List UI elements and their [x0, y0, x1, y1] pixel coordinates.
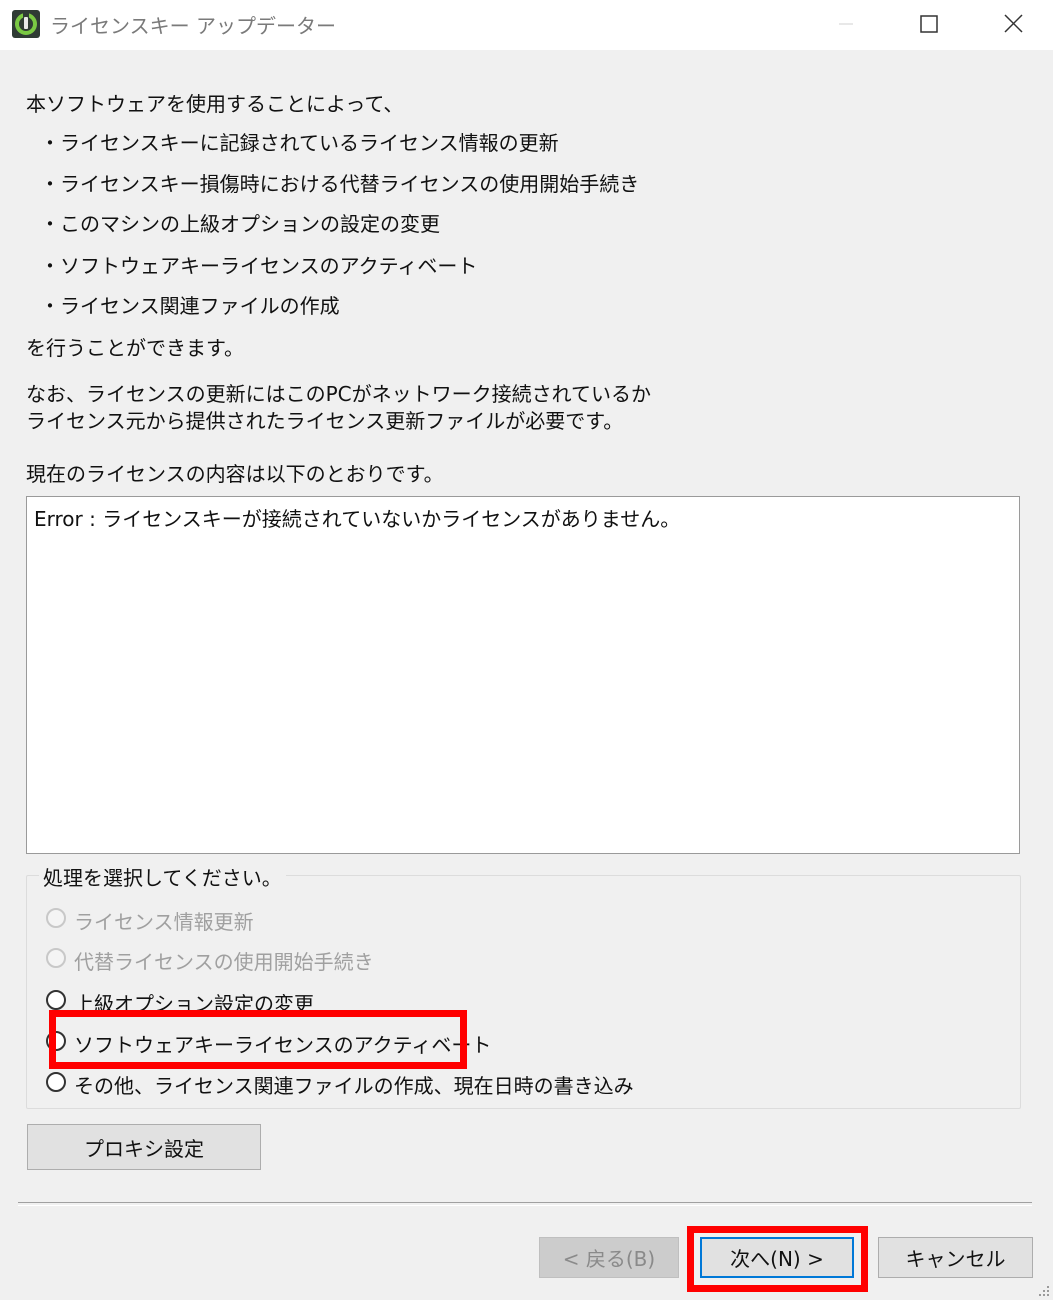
cancel-button[interactable]: キャンセル	[878, 1237, 1033, 1278]
process-group-legend: 処理を選択してください。	[39, 862, 286, 891]
radio-circle[interactable]	[46, 1072, 66, 1092]
app-icon	[12, 10, 40, 38]
maximize-button[interactable]	[888, 0, 968, 48]
intro-bullet: ・ライセンスキー損傷時における代替ライセンスの使用開始手続き	[40, 172, 640, 196]
license-updater-window: ライセンスキー アップデーター 本ソフトウェアを使用することによって、 ・ライセ…	[0, 0, 1053, 1300]
proxy-settings-button[interactable]: プロキシ設定	[27, 1124, 261, 1170]
back-button[interactable]: < 戻る(B)	[539, 1237, 679, 1278]
radio-circle[interactable]	[46, 990, 66, 1010]
close-button[interactable]	[972, 0, 1052, 48]
maximize-icon	[920, 15, 938, 33]
title-bar[interactable]: ライセンスキー アップデーター	[0, 0, 1053, 50]
radio-circle[interactable]	[46, 948, 66, 968]
intro-bullet: ・ライセンス関連ファイルの作成	[40, 294, 340, 318]
highlight-activate-option	[49, 1010, 467, 1069]
current-license-label: 現在のライセンスの内容は以下のとおりです。	[26, 462, 444, 486]
radio-label: その他、ライセンス関連ファイルの作成、現在日時の書き込み	[74, 1074, 634, 1098]
minimize-icon	[839, 23, 853, 25]
radio-other-files[interactable]: その他、ライセンス関連ファイルの作成、現在日時の書き込み	[46, 1070, 634, 1098]
window-title: ライセンスキー アップデーター	[50, 14, 336, 38]
intro-bullet: ・ソフトウェアキーライセンスのアクティベート	[40, 254, 478, 278]
minimize-button[interactable]	[806, 0, 886, 48]
intro-bullet: ・このマシンの上級オプションの設定の変更	[40, 212, 440, 236]
intro-bullet: ・ライセンスキーに記録されているライセンス情報の更新	[40, 131, 559, 155]
close-icon	[1004, 14, 1023, 33]
network-note-line1: なお、ライセンスの更新にはこのPCがネットワーク接続されているか	[26, 382, 652, 406]
radio-label: ライセンス情報更新	[74, 910, 254, 934]
resize-grip-icon[interactable]	[1037, 1284, 1051, 1298]
license-info-text: Error : ライセンスキーが接続されていないかライセンスがありません。	[34, 507, 681, 531]
radio-label: 代替ライセンスの使用開始手続き	[74, 950, 374, 974]
network-note-line2: ライセンス元から提供されたライセンス更新ファイルが必要です。	[26, 409, 624, 433]
footer-separator	[18, 1202, 1032, 1206]
intro-lead: 本ソフトウェアを使用することによって、	[26, 92, 404, 116]
radio-license-info-update[interactable]: ライセンス情報更新	[46, 906, 306, 934]
intro-closing: を行うことができます。	[26, 336, 244, 360]
radio-substitute-license[interactable]: 代替ライセンスの使用開始手続き	[46, 946, 406, 974]
radio-circle[interactable]	[46, 908, 66, 928]
highlight-next-button	[687, 1226, 868, 1292]
license-info-textbox[interactable]: Error : ライセンスキーが接続されていないかライセンスがありません。	[26, 496, 1020, 854]
dialog-body: 本ソフトウェアを使用することによって、 ・ライセンスキーに記録されているライセン…	[0, 50, 1053, 1300]
